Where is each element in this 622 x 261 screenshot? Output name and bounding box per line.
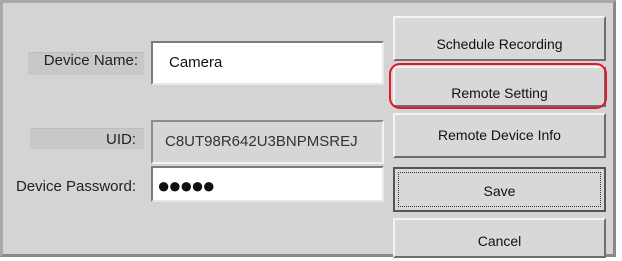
device-password-label: Device Password: bbox=[15, 178, 136, 195]
device-name-input[interactable]: Camera bbox=[151, 41, 384, 85]
uid-field: C8UT98R642U3BNPMSREJ bbox=[151, 120, 384, 164]
schedule-recording-label: Schedule Recording bbox=[436, 36, 563, 52]
cancel-label: Cancel bbox=[477, 233, 522, 249]
device-password-input[interactable]: ●●●●● bbox=[151, 166, 384, 202]
schedule-recording-button[interactable]: Schedule Recording bbox=[393, 16, 606, 61]
save-button[interactable]: Save bbox=[393, 167, 606, 212]
remote-device-info-button[interactable]: Remote Device Info bbox=[393, 113, 606, 158]
red-highlight-outline bbox=[389, 63, 607, 109]
remote-device-info-label: Remote Device Info bbox=[438, 127, 561, 143]
cancel-button[interactable]: Cancel bbox=[393, 218, 606, 258]
device-name-label: Device Name: bbox=[43, 52, 138, 69]
focus-rectangle bbox=[398, 172, 601, 207]
uid-label: UID: bbox=[106, 131, 136, 148]
